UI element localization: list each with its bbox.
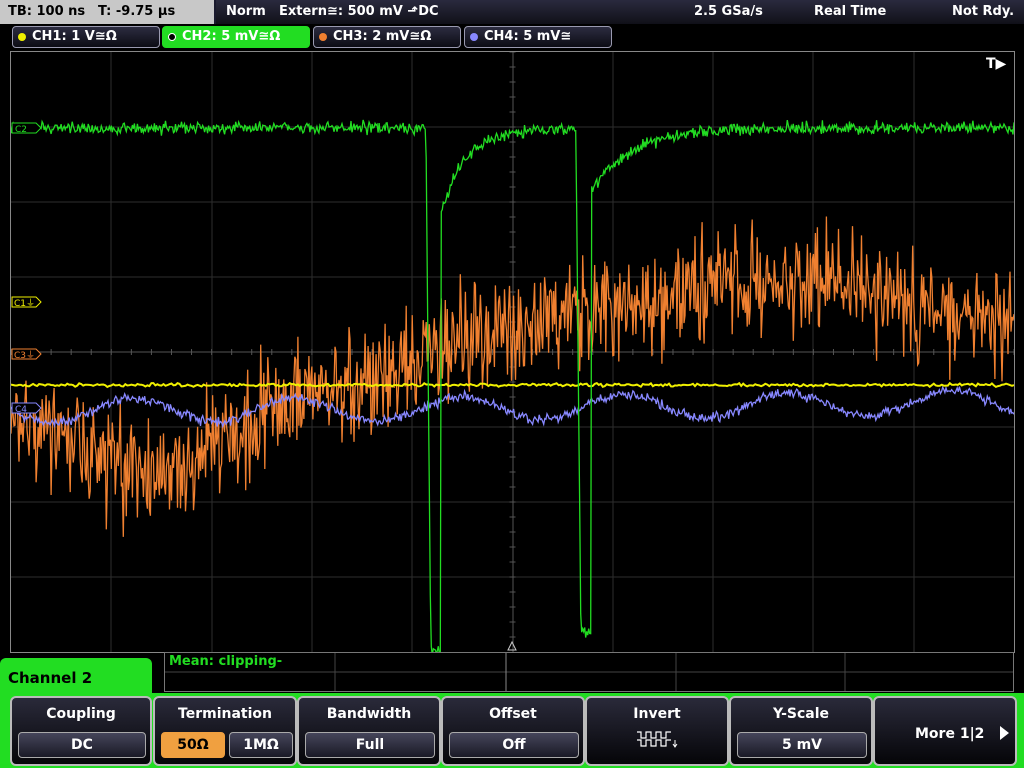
sample-rate: 2.5 GSa/s — [694, 4, 763, 19]
channel-tabs: CH1: 1 V≅Ω CH2: 5 mV≅Ω CH3: 2 mV≅Ω CH4: … — [0, 26, 1024, 48]
status-bar: TB: 100 ns T: -9.75 µs Norm Extern≅: 500… — [0, 0, 1024, 24]
tab-channel-3[interactable]: CH3: 2 mV≅Ω — [313, 26, 461, 48]
channel-1-marker[interactable]: C1⏚ — [11, 296, 42, 309]
arrow-right-icon — [1000, 726, 1009, 740]
bandwidth-softkey[interactable]: Bandwidth Full — [297, 696, 441, 766]
invert-waveform-icon — [637, 731, 678, 748]
offset-softkey[interactable]: Offset Off — [441, 696, 585, 766]
channel-4-label: CH4: 5 mV≅ — [484, 29, 572, 44]
measurement-grid — [165, 653, 1013, 691]
bandwidth-title: Bandwidth — [326, 706, 412, 722]
trigger-time: T: -9.75 µs — [98, 4, 176, 19]
more-label: More 1|2 — [915, 726, 985, 742]
channel-1-marker-label: C1⏚ — [14, 298, 35, 309]
coupling-title: Coupling — [46, 706, 116, 722]
channel-3-marker[interactable]: C3⏚ — [11, 348, 42, 361]
timebase: TB: 100 ns — [8, 4, 86, 19]
channel-menu-title-text: Channel 2 — [8, 669, 93, 687]
invert-softkey[interactable]: Invert — [585, 696, 729, 766]
termination-1m-ohm-option[interactable]: 1MΩ — [229, 732, 293, 758]
tab-channel-4[interactable]: CH4: 5 mV≅ — [464, 26, 612, 48]
channel-1-dot-icon — [18, 33, 26, 41]
channel-3-dot-icon — [319, 33, 327, 41]
y-scale-value[interactable]: 5 mV — [737, 732, 867, 758]
timebase-box[interactable]: TB: 100 ns T: -9.75 µs — [0, 0, 214, 24]
more-softkey[interactable]: More 1|2 — [873, 696, 1017, 766]
termination-title: Termination — [178, 706, 272, 722]
offset-title: Offset — [489, 706, 537, 722]
tab-channel-1[interactable]: CH1: 1 V≅Ω — [12, 26, 160, 48]
channel-4-marker[interactable]: C4 — [11, 402, 42, 415]
channel-2-dot-icon — [168, 33, 176, 41]
y-scale-title: Y-Scale — [772, 706, 829, 722]
bandwidth-value[interactable]: Full — [305, 732, 435, 758]
trigger-mode[interactable]: Norm — [226, 0, 266, 24]
y-scale-softkey[interactable]: Y-Scale 5 mV — [729, 696, 873, 766]
channel-4-marker-label: C4 — [15, 405, 27, 415]
trigger-position-icon[interactable] — [507, 640, 517, 651]
waveform-canvas: C2 C1⏚ C3⏚ C4 T▶ — [11, 52, 1014, 652]
ready-status: Not Rdy. — [952, 4, 1015, 19]
termination-50-ohm-option[interactable]: 50Ω — [161, 732, 225, 758]
trigger-source[interactable]: Extern≅: 500 mV ⬏DC — [279, 0, 439, 24]
trigger-marker-icon[interactable]: T▶ — [986, 56, 1007, 72]
channel-2-marker-label: C2 — [15, 125, 27, 135]
channel-3-label: CH3: 2 mV≅Ω — [333, 29, 432, 44]
channel-3-marker-label: C3⏚ — [14, 350, 35, 361]
acquisition-info: Norm Extern≅: 500 mV ⬏DC 2.5 GSa/s Real … — [216, 0, 1024, 24]
channel-4-dot-icon — [470, 33, 478, 41]
channel-2-label: CH2: 5 mV≅Ω — [182, 29, 281, 44]
coupling-value[interactable]: DC — [18, 732, 146, 758]
invert-title: Invert — [633, 706, 681, 722]
channel-2-marker[interactable]: C2 — [11, 122, 42, 135]
channel-menu-title: Channel 2 — [0, 658, 152, 698]
measurement-panel: Mean: clipping- — [164, 652, 1014, 692]
termination-softkey[interactable]: Termination 50Ω 1MΩ — [153, 696, 297, 766]
coupling-softkey[interactable]: Coupling DC — [10, 696, 152, 766]
softkey-bar: Coupling DC Termination 50Ω 1MΩ Bandwidt… — [0, 693, 1024, 768]
tab-channel-2[interactable]: CH2: 5 mV≅Ω — [162, 26, 310, 48]
measurement-mean: Mean: clipping- — [169, 654, 283, 669]
channel-1-label: CH1: 1 V≅Ω — [32, 29, 117, 44]
waveform-display[interactable]: C2 C1⏚ C3⏚ C4 T▶ — [10, 51, 1015, 653]
acquisition-mode: Real Time — [814, 4, 887, 19]
offset-value[interactable]: Off — [449, 732, 579, 758]
